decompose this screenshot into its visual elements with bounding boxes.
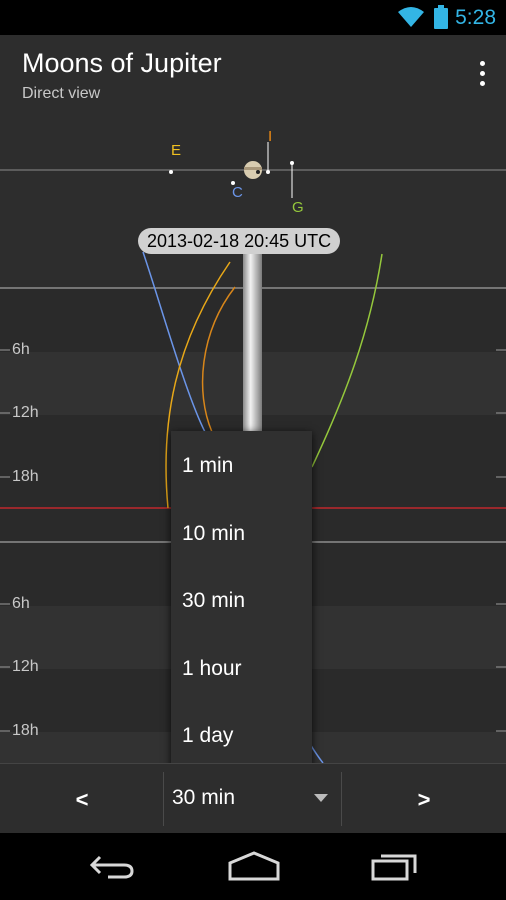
moon-e-marker: [169, 170, 173, 174]
battery-icon: [434, 5, 448, 34]
step-spinner[interactable]: 30 min: [164, 764, 342, 834]
step-option-30-min[interactable]: 30 min: [171, 566, 312, 634]
previous-step-button[interactable]: <: [0, 764, 164, 834]
dropdown-arrow-icon: [314, 794, 328, 802]
system-nav-bar: [0, 833, 506, 900]
status-time: 5:28: [455, 6, 496, 29]
step-option-1-hour[interactable]: 1 hour: [171, 634, 312, 702]
tick-label: 18h: [12, 722, 39, 739]
moon-label-g: G: [292, 199, 304, 216]
app-subtitle: Direct view: [22, 85, 101, 102]
status-bar: 5:28: [0, 0, 506, 35]
moon-label-c: C: [232, 184, 243, 201]
tick-label: 6h: [12, 595, 30, 612]
recents-icon[interactable]: [369, 851, 419, 886]
bottom-controls: < 30 min >: [0, 763, 506, 834]
datetime-label: 2013-02-18 20:45 UTC: [138, 228, 341, 254]
moon-label-e: E: [171, 142, 182, 159]
step-option-1-min[interactable]: 1 min: [171, 431, 312, 499]
tick-label: 6h: [12, 341, 30, 358]
step-option-10-min[interactable]: 10 min: [171, 499, 312, 567]
app-title: Moons of Jupiter: [22, 48, 222, 78]
step-dropdown-menu: 1 min 10 min 30 min 1 hour 1 day: [171, 431, 312, 769]
back-icon[interactable]: [88, 851, 136, 886]
step-spinner-value: 30 min: [172, 786, 236, 809]
time-handle[interactable]: [243, 240, 262, 432]
home-icon[interactable]: [226, 851, 282, 886]
tick-label: 18h: [12, 468, 39, 485]
tick-label: 12h: [12, 658, 39, 675]
step-option-1-day[interactable]: 1 day: [171, 701, 312, 769]
action-bar: Moons of Jupiter Direct view: [0, 35, 506, 122]
wifi-icon: [397, 6, 425, 33]
more-vert-icon[interactable]: [472, 59, 492, 95]
next-step-button[interactable]: >: [342, 764, 506, 834]
moon-label-i: I: [268, 128, 273, 145]
tick-label: 12h: [12, 404, 39, 421]
